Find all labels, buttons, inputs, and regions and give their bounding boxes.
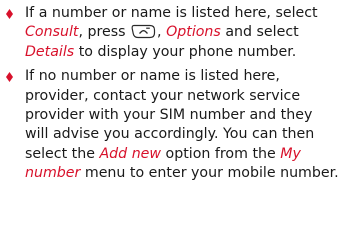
item-text: option from the [161, 145, 281, 162]
item-text: menu to enter your mobile number. [80, 165, 339, 182]
consult-option-label: Consult [25, 24, 79, 41]
add-new-option-label: Add new [99, 145, 162, 162]
list-item: If no number or name is listed here, pro… [0, 67, 343, 183]
item-text: If a number or name is listed here, sele… [25, 5, 318, 21]
details-option-label: Details [25, 43, 75, 60]
item-text: , press [78, 24, 131, 41]
options-softkey-label: Options [166, 24, 221, 41]
instructions-document: If a number or name is listed here, sele… [0, 0, 343, 241]
item-text: to display your phone number. [74, 43, 297, 60]
diamond-bullet-icon [6, 9, 13, 19]
end-call-key-icon [131, 24, 156, 39]
item-text: , [157, 24, 167, 41]
list-item: If a number or name is listed here, sele… [0, 0, 343, 62]
diamond-bullet-icon [6, 72, 13, 83]
item-text: and select [220, 24, 299, 41]
